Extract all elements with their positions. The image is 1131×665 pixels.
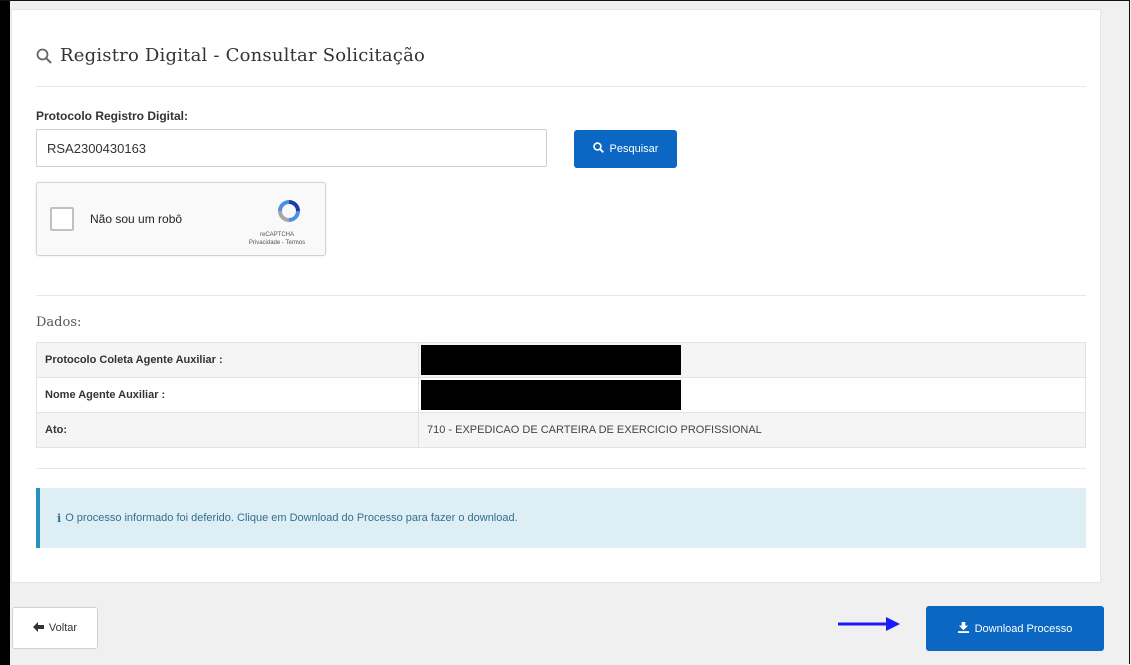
row-label: Nome Agente Auxiliar : — [36, 377, 419, 413]
recaptcha-widget: Não sou um robô reCAPTCHA Privacidade - … — [36, 182, 326, 256]
protocol-label: Protocolo Registro Digital: — [36, 109, 189, 123]
back-button[interactable]: Voltar — [12, 607, 98, 649]
page-header: Registro Digital - Consultar Solicitação — [36, 45, 425, 66]
info-icon: i — [57, 511, 62, 525]
row-value — [418, 342, 1086, 378]
table-row: Nome Agente Auxiliar : — [36, 377, 1086, 413]
dados-table: Protocolo Coleta Agente Auxiliar : Nome … — [36, 342, 1086, 448]
recaptcha-label: Não sou um robô — [90, 212, 183, 226]
consult-panel: Registro Digital - Consultar Solicitação… — [11, 9, 1101, 583]
divider — [36, 295, 1086, 296]
page-title: Registro Digital - Consultar Solicitação — [60, 45, 426, 66]
download-icon — [957, 621, 969, 636]
info-alert: i O processo informado foi deferido. Cli… — [36, 488, 1086, 548]
alert-text: O processo informado foi deferido. Cliqu… — [65, 512, 518, 524]
row-label: Ato: — [36, 412, 419, 448]
arrow-left-icon — [32, 621, 44, 635]
download-button-label: Download Processo — [974, 622, 1073, 635]
table-row: Ato: 710 - EXPEDICAO DE CARTEIRA DE EXER… — [36, 412, 1086, 448]
divider — [36, 86, 1086, 87]
row-label: Protocolo Coleta Agente Auxiliar : — [36, 342, 419, 378]
search-button[interactable]: Pesquisar — [574, 130, 677, 168]
annotation-arrow — [838, 615, 900, 638]
protocol-input[interactable] — [36, 129, 547, 167]
row-value — [418, 377, 1086, 413]
table-row: Protocolo Coleta Agente Auxiliar : — [36, 342, 1086, 378]
recaptcha-branding: reCAPTCHA Privacidade - Termos — [237, 231, 317, 247]
recaptcha-links[interactable]: Privacidade - Termos — [237, 239, 317, 247]
back-button-label: Voltar — [48, 622, 78, 634]
recaptcha-brand: reCAPTCHA — [259, 232, 294, 238]
search-button-label: Pesquisar — [609, 143, 659, 155]
redaction-box — [421, 380, 681, 410]
divider — [36, 468, 1086, 469]
download-process-button[interactable]: Download Processo — [926, 606, 1104, 651]
redaction-box — [421, 345, 681, 375]
row-value: 710 - EXPEDICAO DE CARTEIRA DE EXERCICIO… — [418, 412, 1086, 448]
search-icon — [592, 142, 604, 156]
recaptcha-logo-icon — [275, 197, 303, 230]
recaptcha-checkbox[interactable] — [50, 207, 74, 231]
dados-heading: Dados: — [36, 315, 82, 330]
search-icon — [36, 48, 52, 64]
